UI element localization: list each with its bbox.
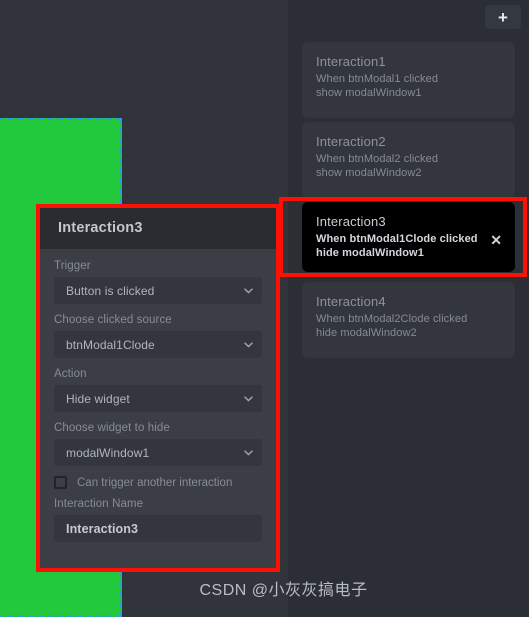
- action-label: Action: [54, 368, 87, 380]
- plus-icon: +: [498, 7, 508, 27]
- interaction-card-trigger-line: When btnModal1Clode clicked: [316, 233, 478, 245]
- widget-to-hide-label: Choose widget to hide: [54, 422, 170, 434]
- trigger-select[interactable]: Button is clicked: [54, 277, 262, 304]
- interaction-card-trigger-line: When btnModal1 clicked: [316, 73, 439, 85]
- trigger-select-value: Button is clicked: [66, 283, 155, 298]
- watermark: CSDN @小灰灰搞电子: [199, 582, 368, 599]
- widget-to-hide-select[interactable]: modalWindow1: [54, 439, 262, 466]
- interaction-card-title: Interaction1: [316, 54, 386, 69]
- interaction-card-1[interactable]: Interaction1 When btnModal1 clicked show…: [302, 42, 515, 118]
- interaction-card-title: Interaction2: [316, 134, 386, 149]
- interaction-card-action-line: hide modalWindow1: [316, 247, 424, 259]
- interaction-card-title: Interaction3: [316, 214, 386, 229]
- action-select-value: Hide widget: [66, 391, 130, 406]
- clicked-source-select-value: btnModal1Clode: [66, 337, 155, 352]
- interactions-panel: + Interaction1 When btnModal1 clicked sh…: [288, 0, 529, 617]
- interaction-card-3-selected[interactable]: Interaction3 When btnModal1Clode clicked…: [302, 202, 515, 272]
- interaction-name-value: Interaction3: [66, 521, 139, 536]
- dialog-header: Interaction3: [39, 207, 277, 249]
- add-interaction-button[interactable]: +: [485, 5, 521, 29]
- interaction-card-action-line: show modalWindow1: [316, 87, 422, 99]
- action-select[interactable]: Hide widget: [54, 385, 262, 412]
- clicked-source-select[interactable]: btnModal1Clode: [54, 331, 262, 358]
- widget-to-hide-select-value: modalWindow1: [66, 445, 150, 460]
- chevron-down-icon: [244, 341, 253, 347]
- interaction-card-trigger-line: When btnModal2 clicked: [316, 153, 439, 165]
- chain-interaction-checkbox-row[interactable]: Can trigger another interaction: [54, 476, 262, 489]
- interaction-name-label: Interaction Name: [54, 498, 144, 510]
- dialog-body: Trigger Button is clicked Choose clicked…: [39, 249, 277, 542]
- interaction-name-input[interactable]: Interaction3: [54, 515, 262, 542]
- chevron-down-icon: [244, 449, 253, 455]
- interaction-editor-dialog: Interaction3 Trigger Button is clicked C…: [39, 207, 277, 569]
- interaction-card-trigger-line: When btnModal2Clode clicked: [316, 313, 468, 325]
- dialog-title: Interaction3: [58, 220, 143, 236]
- chain-interaction-checkbox[interactable]: [54, 476, 67, 489]
- chain-interaction-label: Can trigger another interaction: [77, 476, 233, 489]
- interaction-card-action-line: hide modalWindow2: [316, 327, 417, 339]
- interaction-card-2[interactable]: Interaction2 When btnModal2 clicked show…: [302, 122, 515, 198]
- chevron-down-icon: [244, 395, 253, 401]
- trigger-label: Trigger: [54, 260, 91, 272]
- interaction-card-4[interactable]: Interaction4 When btnModal2Clode clicked…: [302, 282, 515, 358]
- chevron-down-icon: [244, 287, 253, 293]
- clicked-source-label: Choose clicked source: [54, 314, 172, 326]
- interaction-card-action-line: show modalWindow2: [316, 167, 422, 179]
- close-icon[interactable]: ✕: [490, 233, 502, 247]
- interaction-card-title: Interaction4: [316, 294, 386, 309]
